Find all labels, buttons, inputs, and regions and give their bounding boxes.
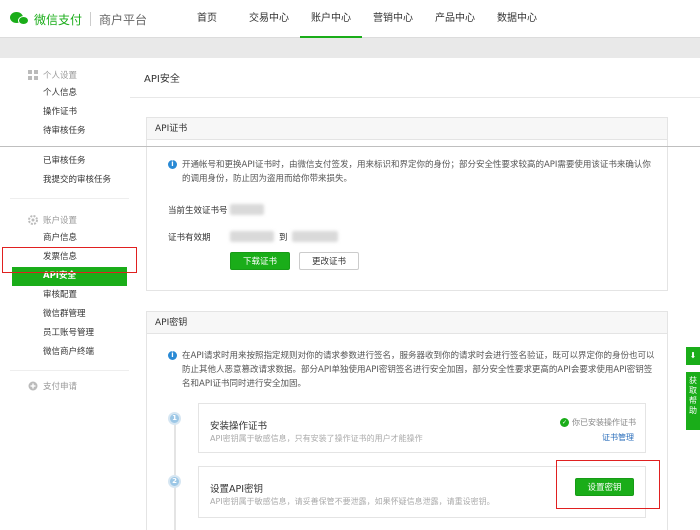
cert-validity-to: 到 [279, 233, 288, 243]
sidebar-group-personal: 个人设置 个人信息 操作证书 待审核任务 已审核任务 我提交的审核任务 [0, 58, 139, 194]
brand-name: 微信支付 [34, 12, 83, 27]
info-icon: i [168, 351, 177, 360]
sidebar-item-merchant-terminal[interactable]: 微信商户终端 [0, 343, 139, 362]
cert-serial-label: 当前生效证书号 [168, 206, 228, 216]
sidebar-divider [10, 198, 129, 199]
sidebar-group-personal-label: 个人设置 [43, 71, 78, 81]
info-icon: i [168, 160, 177, 169]
highlight-api-security [2, 247, 137, 273]
download-icon: ⬇ [689, 351, 697, 360]
top-header: 微信支付 商户平台 首页 交易中心 账户中心 营销中心 产品中心 数据中心 [0, 0, 700, 38]
sidebar-item-personal-info[interactable]: 个人信息 [0, 84, 139, 103]
brand-subtitle: 商户平台 [99, 12, 148, 27]
sidebar-item-operation-cert[interactable]: 操作证书 [0, 103, 139, 122]
plus-circle-icon [28, 381, 38, 391]
brand-divider [90, 12, 92, 26]
cert-valid-to-redacted [292, 231, 338, 242]
cert-validity-label: 证书有效期 [168, 233, 211, 243]
cert-serial-value-redacted [230, 204, 264, 215]
cert-installed-text: 你已安装操作证书 [572, 418, 636, 427]
sidebar-group-apply-label: 支付申请 [43, 382, 78, 392]
step-number: 1 [168, 412, 181, 425]
nav-marketing-center[interactable]: 营销中心 [362, 0, 424, 38]
sidebar-item-pending-tasks[interactable]: 待审核任务 [0, 122, 139, 141]
sidebar-item-my-submitted-tasks[interactable]: 我提交的审核任务 [0, 171, 139, 190]
step-number: 2 [168, 475, 181, 488]
sidebar-item-wechat-group[interactable]: 微信群管理 [0, 305, 139, 324]
cert-notice: i 开通帐号和更换API证书时，由微信支付签发，用来标识和界定你的身份；部分安全… [168, 158, 658, 186]
sidebar-group-account: 账户设置 商户信息 发票信息 API安全 审核配置 微信群管理 员工账号管理 微… [0, 203, 139, 366]
check-circle-icon: ✓ [560, 418, 569, 427]
highlight-set-key-button [556, 460, 660, 509]
sidebar-group-title[interactable]: 支付申请 [0, 377, 139, 395]
panel-title: API证书 [147, 118, 667, 140]
nav-account-center[interactable]: 账户中心 [300, 0, 362, 38]
nav-home[interactable]: 首页 [176, 0, 238, 38]
sidebar-group-account-label: 账户设置 [43, 216, 78, 226]
help-tab-label: 获取帮助 [689, 376, 697, 415]
step-desc: API密钥属于敏感信息，请妥善保管不要泄露，如果怀疑信息泄露，请重设密钥。 [210, 497, 495, 506]
cert-valid-from-redacted [230, 231, 274, 242]
wechat-logo-icon [10, 11, 30, 27]
cert-notice-text: 开通帐号和更换API证书时，由微信支付签发，用来标识和界定你的身份；部分安全性要… [182, 160, 651, 184]
key-notice-text: 在API请求时用来按照指定规则对你的请求参数进行签名，服务器收到你的请求时会进行… [182, 351, 655, 389]
sidebar-group-apply: 支付申请 [0, 375, 139, 399]
sidebar-item-reviewed-tasks[interactable]: 已审核任务 [0, 152, 139, 171]
cert-manage-link[interactable]: 证书管理 [602, 432, 634, 443]
cert-installed-status: ✓ 你已安装操作证书 [560, 417, 636, 428]
help-tab[interactable]: 获取帮助 [686, 372, 700, 430]
gear-icon [28, 215, 38, 225]
sidebar-divider [10, 370, 129, 371]
nav-trade-center[interactable]: 交易中心 [238, 0, 300, 38]
brand-logo[interactable]: 微信支付 商户平台 [10, 10, 147, 28]
page-title: API安全 [144, 74, 180, 85]
nav-product-center[interactable]: 产品中心 [424, 0, 486, 38]
steps-connector [174, 418, 176, 530]
nav-data-center[interactable]: 数据中心 [486, 0, 548, 38]
step-desc: API密钥属于敏感信息，只有安装了操作证书的用户才能操作 [210, 434, 423, 443]
key-notice: i 在API请求时用来按照指定规则对你的请求参数进行签名，服务器收到你的请求时会… [168, 349, 658, 391]
step-title: 设置API密钥 [210, 484, 264, 495]
screenshot-seam [0, 146, 700, 147]
step-title: 安装操作证书 [210, 421, 268, 432]
panel-title: API密钥 [147, 312, 667, 334]
grid-icon [28, 70, 38, 80]
download-tab[interactable]: ⬇ [686, 347, 700, 365]
sidebar-group-title: 账户设置 [0, 211, 139, 229]
sidebar-item-staff-accounts[interactable]: 员工账号管理 [0, 324, 139, 343]
change-cert-button[interactable]: 更改证书 [299, 252, 359, 270]
download-cert-button[interactable]: 下载证书 [230, 252, 290, 270]
top-nav: 首页 交易中心 账户中心 营销中心 产品中心 数据中心 [176, 0, 548, 38]
title-divider [130, 97, 700, 98]
sidebar-item-merchant-info[interactable]: 商户信息 [0, 229, 139, 248]
sidebar-item-review-config[interactable]: 审核配置 [0, 286, 139, 305]
sidebar: 个人设置 个人信息 操作证书 待审核任务 已审核任务 我提交的审核任务 账户设置… [0, 58, 140, 530]
sidebar-group-title: 个人设置 [0, 66, 139, 84]
